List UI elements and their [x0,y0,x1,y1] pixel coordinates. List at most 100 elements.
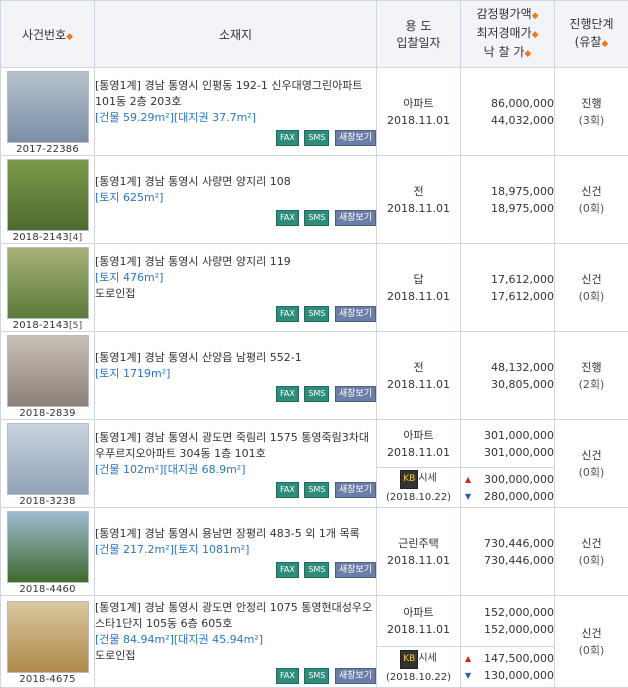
thumbnail-cell[interactable]: 2018-3238 [1,420,95,508]
area-info: [건물 217.2m²][토지 1081m²] [95,542,376,558]
table-row[interactable]: 2018-2839 [통영1계] 경남 통영시 산양읍 남평리 552-1 [토… [1,332,628,420]
new-window-button[interactable]: 새창보기 [335,130,376,146]
case-number[interactable]: 2018-4675 [1,674,94,685]
location-cell: [통영1계] 경남 통영시 산양읍 남평리 552-1 [토지 1719m²] … [95,332,377,420]
address-link[interactable]: [통영1계] 경남 통영시 광도면 죽림리 1575 통영죽림3차대우푸르지오아… [95,430,376,462]
market-price-date: (2018.10.22) [377,669,460,686]
header-status[interactable]: 진행단계(유찰◆ [555,1,628,68]
case-number[interactable]: 2018-3238 [1,496,94,507]
sms-button[interactable]: SMS [304,130,329,146]
action-buttons: FAX SMS 새창보기 [95,481,376,498]
property-photo[interactable] [7,71,89,143]
lower-price-icon: ▼ [465,667,471,684]
sort-icon: ◆ [532,30,539,40]
property-photo[interactable] [7,159,89,231]
thumbnail-cell[interactable]: 2017-22386 [1,68,95,156]
case-number[interactable]: 2018-2143[5] [1,320,94,331]
property-photo[interactable] [7,335,89,407]
table-row[interactable]: 2018-4675 [통영1계] 경남 통영시 광도면 안정리 1075 통영현… [1,596,628,647]
sort-icon[interactable]: ◆ [66,32,73,42]
case-number[interactable]: 2018-4460 [1,584,94,595]
sms-button[interactable]: SMS [304,482,329,498]
property-photo[interactable] [7,247,89,319]
fax-button[interactable]: FAX [276,668,299,684]
status-text: 신건 [555,183,628,200]
thumbnail-cell[interactable]: 2018-4460 [1,508,95,596]
thumbnail-cell[interactable]: 2018-4675 [1,596,95,688]
bid-date: 2018.11.01 [377,552,460,569]
minimum-price: 17,612,000 [461,288,554,305]
usage-text: 전 [377,359,460,376]
market-price-label[interactable]: 시세 [418,473,436,484]
status-cell: 신건 (0회) [555,156,628,244]
status-text: 신건 [555,271,628,288]
thumbnail-cell[interactable]: 2018-2839 [1,332,95,420]
table-row[interactable]: 2018-3238 [통영1계] 경남 통영시 광도면 죽림리 1575 통영죽… [1,420,628,468]
thumbnail-cell[interactable]: 2018-2143[4] [1,156,95,244]
header-case-number[interactable]: 사건번호◆ [1,1,95,68]
price-cell: 152,000,000 152,000,000 [461,596,555,647]
sms-button[interactable]: SMS [304,668,329,684]
minimum-price: 301,000,000 [461,444,554,461]
kb-market-icon[interactable]: KB [400,470,418,489]
table-row[interactable]: 2017-22386 [통영1계] 경남 통영시 인평동 192-1 신우대영그… [1,68,628,156]
location-cell: [통영1계] 경남 통영시 사량면 양지리 119 [토지 476m²] 도로인… [95,244,377,332]
fax-button[interactable]: FAX [276,562,299,578]
new-window-button[interactable]: 새창보기 [335,386,376,402]
address-link[interactable]: [통영1계] 경남 통영시 산양읍 남평리 552-1 [95,350,376,366]
address-link[interactable]: [통영1계] 경남 통영시 광도면 안정리 1075 통영현대성우오스타1단지 … [95,600,376,632]
thumbnail-cell[interactable]: 2018-2143[5] [1,244,95,332]
action-buttons: FAX SMS 새창보기 [95,305,376,322]
minimum-price: 730,446,000 [461,552,554,569]
new-window-button[interactable]: 새창보기 [335,482,376,498]
market-price-cell[interactable]: KB시세 (2018.10.22) [377,647,461,688]
appraisal-value: 152,000,000 [461,604,554,621]
table-row[interactable]: 2018-4460 [통영1계] 경남 통영시 용남면 장평리 483-5 외 … [1,508,628,596]
new-window-button[interactable]: 새창보기 [335,668,376,684]
area-info: [건물 59.29m²][대지권 37.7m²] [95,110,376,126]
address-link[interactable]: [통영1계] 경남 통영시 인평동 192-1 신우대영그린아파트 101동 2… [95,78,376,110]
fax-button[interactable]: FAX [276,386,299,402]
status-cell: 신건 (0회) [555,596,628,688]
case-number[interactable]: 2018-2839 [1,408,94,419]
sms-button[interactable]: SMS [304,306,329,322]
market-upper-price: 147,500,000 [484,650,554,667]
address-link[interactable]: [통영1계] 경남 통영시 사량면 양지리 119 [95,254,376,270]
address-link[interactable]: [통영1계] 경남 통영시 사량면 양지리 108 [95,174,376,190]
fax-button[interactable]: FAX [276,210,299,226]
property-photo[interactable] [7,423,89,495]
new-window-button[interactable]: 새창보기 [335,210,376,226]
sms-button[interactable]: SMS [304,562,329,578]
table-row[interactable]: 2018-2143[5] [통영1계] 경남 통영시 사량면 양지리 119 [… [1,244,628,332]
fax-button[interactable]: FAX [276,130,299,146]
sms-button[interactable]: SMS [304,210,329,226]
appraisal-value: 48,132,000 [461,359,554,376]
fax-button[interactable]: FAX [276,482,299,498]
property-photo[interactable] [7,601,89,673]
sort-icon: ◆ [532,11,539,21]
fail-count: (0회) [555,552,628,569]
sort-icon: ◆ [524,49,531,59]
header-price[interactable]: 감정평가액◆ 최저경매가◆ 낙 찰 가◆ [461,1,555,68]
area-info: [토지 625m²] [95,190,376,206]
market-price-label[interactable]: 시세 [418,653,436,664]
market-price-cell[interactable]: KB시세 (2018.10.22) [377,468,461,508]
usage-cell: 근린주택 2018.11.01 [377,508,461,596]
location-cell: [통영1계] 경남 통영시 인평동 192-1 신우대영그린아파트 101동 2… [95,68,377,156]
lower-price-icon: ▼ [465,488,471,505]
case-number[interactable]: 2018-2143[4] [1,232,94,243]
usage-text: 아파트 [377,427,460,444]
sms-button[interactable]: SMS [304,386,329,402]
location-cell: [통영1계] 경남 통영시 사량면 양지리 108 [토지 625m²] FAX… [95,156,377,244]
fax-button[interactable]: FAX [276,306,299,322]
new-window-button[interactable]: 새창보기 [335,562,376,578]
fail-count: (2회) [555,376,628,393]
note-text: 도로인접 [95,648,376,664]
property-photo[interactable] [7,511,89,583]
upper-price-icon: ▲ [465,650,471,667]
new-window-button[interactable]: 새창보기 [335,306,376,322]
table-row[interactable]: 2018-2143[4] [통영1계] 경남 통영시 사량면 양지리 108 [… [1,156,628,244]
market-upper-price: 300,000,000 [484,471,554,488]
case-number[interactable]: 2017-22386 [1,144,94,155]
address-link[interactable]: [통영1계] 경남 통영시 용남면 장평리 483-5 외 1개 목록 [95,526,376,542]
